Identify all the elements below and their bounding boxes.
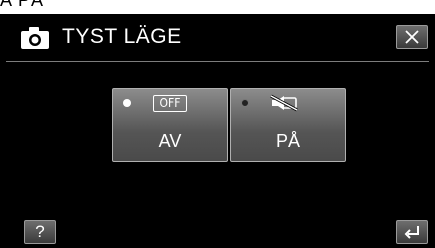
option-on-label: PÅ xyxy=(275,131,300,151)
mute-icon xyxy=(270,94,298,112)
page-top-text: A PÅ xyxy=(0,0,45,10)
option-on-button[interactable]: PÅ xyxy=(230,88,346,162)
back-button[interactable] xyxy=(396,220,428,244)
silent-mode-screen: TYST LÄGE OFF AV PÅ ? xyxy=(0,14,435,248)
option-off-label: AV xyxy=(158,131,182,151)
camera-icon xyxy=(21,27,49,49)
back-arrow-icon xyxy=(404,226,419,239)
close-button[interactable] xyxy=(396,25,428,49)
option-off-button[interactable]: OFF AV xyxy=(112,88,228,162)
page-top-cropped-text: A PÅ xyxy=(0,0,435,14)
close-icon xyxy=(405,30,419,44)
selected-indicator xyxy=(123,99,131,107)
header-divider xyxy=(6,61,429,62)
page-title: TYST LÄGE xyxy=(62,25,182,48)
off-icon: OFF xyxy=(153,95,187,112)
help-button[interactable]: ? xyxy=(24,220,56,244)
header: TYST LÄGE xyxy=(0,18,435,58)
unselected-indicator xyxy=(241,99,249,107)
